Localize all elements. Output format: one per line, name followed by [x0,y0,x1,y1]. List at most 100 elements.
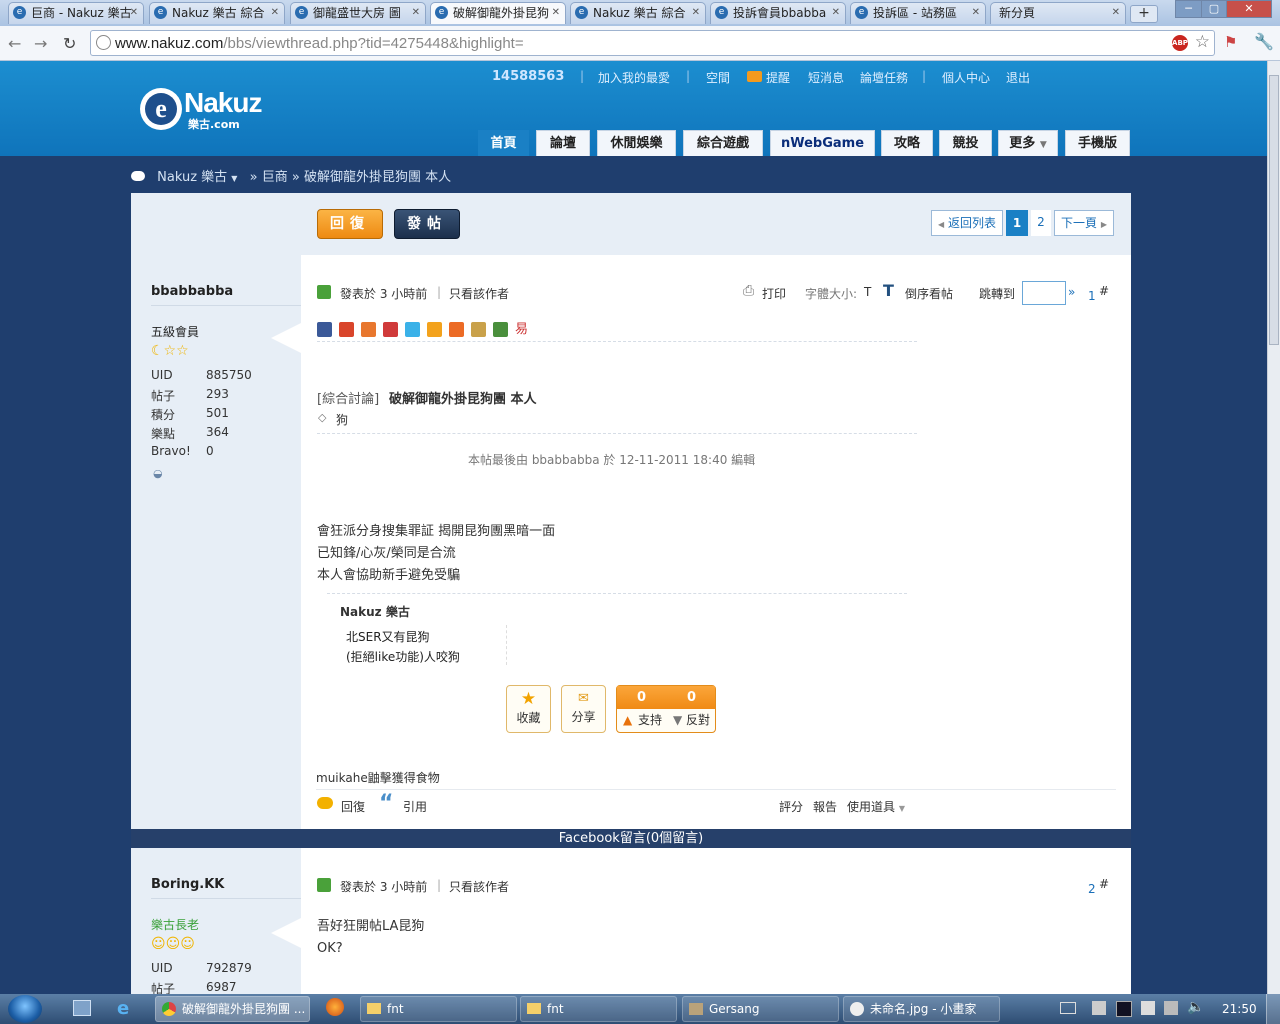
close-tab-icon[interactable]: ✕ [412,3,420,23]
breadcrumb-forum[interactable]: 巨商 [262,170,288,185]
firefox-icon[interactable] [326,998,344,1016]
browser-tab[interactable]: 新分頁 ✕ [990,2,1126,24]
browser-tab[interactable]: e Nakuz 樂古 綜合 ✕ [149,2,285,24]
page-2-button[interactable]: 2 [1031,210,1051,236]
user-id[interactable]: 14588563 [492,69,564,84]
new-tab-button[interactable]: + [1130,5,1158,23]
scrollbar-thumb[interactable] [1269,75,1279,345]
chevron-down-icon[interactable]: ▼ [231,174,237,183]
back-to-list-button[interactable]: ◀ 返回列表 [931,210,1003,236]
network-icon[interactable] [1164,1001,1178,1015]
show-desktop-icon[interactable] [73,1000,91,1016]
profile-link[interactable]: 個人中心 [942,69,990,86]
show-desktop-button[interactable] [1266,994,1280,1024]
page-1-button[interactable]: 1 [1006,210,1028,236]
site-logo[interactable]: e Nakuz 樂古.com [140,87,275,133]
nav-auction[interactable]: 競投 [939,130,992,156]
address-bar[interactable]: www.nakuz.com/bbs/viewthread.php?tid=427… [90,30,1215,56]
ie-icon[interactable]: e [117,998,129,1019]
forward-arrow-icon[interactable]: → [34,34,47,53]
browser-tab-active[interactable]: e 破解御龍外掛昆狗 ✕ [430,2,566,24]
logout-link[interactable]: 退出 [1006,69,1030,86]
close-tab-icon[interactable]: ✕ [552,3,560,23]
notify-link[interactable]: 提醒 [766,69,790,86]
action-center-icon[interactable] [1141,1001,1155,1015]
bookmark-star-icon[interactable]: ☆ [1195,32,1210,52]
nav-mobile[interactable]: 手機版 [1065,130,1130,156]
extension-icon[interactable]: ⚑ [1224,33,1237,51]
oppose-button[interactable]: 反對 [686,709,710,732]
close-tab-icon[interactable]: ✕ [130,3,138,23]
hemidemi-share-icon[interactable] [427,322,442,337]
tray-app-icon[interactable] [1116,1001,1132,1017]
taskbar-chrome[interactable]: 破解御龍外掛昆狗團 ... [155,996,310,1022]
share-button[interactable]: ✉ 分享 [561,685,606,733]
browser-tab[interactable]: e 投訴會員bbabba ✕ [710,2,846,24]
scrollbar[interactable] [1267,61,1280,994]
post1-floor[interactable]: 1 [1088,289,1096,303]
bookmark-share-icon[interactable] [361,322,376,337]
messages-link[interactable]: 短消息 [808,69,844,86]
yi-share-icon[interactable]: 易 [515,322,530,337]
space-link[interactable]: 空間 [706,69,730,86]
nav-webgame[interactable]: nWebGame [770,130,875,156]
close-tab-icon[interactable]: ✕ [832,3,840,23]
hd-share-icon[interactable] [471,322,486,337]
breadcrumb-site[interactable]: Nakuz 樂古 [157,170,227,185]
favorite-button[interactable]: ★ 收藏 [506,685,551,733]
browser-tab[interactable]: e Nakuz 樂古 綜合 ✕ [570,2,706,24]
maximize-window-button[interactable]: ▢ [1201,0,1227,18]
jump-go-button[interactable]: » [1068,285,1075,299]
adblock-icon[interactable]: ABP [1172,35,1188,51]
post2-author-name[interactable]: Boring.KK [151,877,224,892]
only-author-link[interactable]: 只看該作者 [449,878,509,895]
nav-home[interactable]: 首頁 [478,130,529,156]
nav-leisure[interactable]: 休閒娛樂 [597,130,676,156]
browser-tab[interactable]: e 巨商 - Nakuz 樂古 ✕ [8,2,144,24]
close-tab-icon[interactable]: ✕ [972,3,980,23]
google-share-icon[interactable] [493,322,508,337]
browser-tab[interactable]: e 投訴區 - 站務區 ✕ [850,2,986,24]
taskbar-folder-fnt-2[interactable]: fnt [520,996,677,1022]
only-author-link[interactable]: 只看該作者 [449,285,509,302]
reply-button[interactable]: 回復 [317,209,383,239]
myshare-icon[interactable] [449,322,464,337]
start-button[interactable] [8,995,42,1023]
thread-category[interactable]: [綜合討論] [317,388,379,407]
favorite-link[interactable]: 加入我的最愛 [598,69,670,86]
clock[interactable]: 21:50 [1222,1002,1257,1016]
wrench-menu-icon[interactable]: 🔧 [1254,32,1274,51]
taskbar-folder-fnt[interactable]: fnt [360,996,517,1022]
funp-share-icon[interactable] [383,322,398,337]
close-tab-icon[interactable]: ✕ [1112,3,1120,23]
taskbar-gersang[interactable]: Gersang [682,996,839,1022]
report-link[interactable]: 報告 [813,798,837,815]
jump-floor-input[interactable] [1022,281,1066,305]
minimize-window-button[interactable]: ─ [1175,0,1202,18]
tasks-link[interactable]: 論壇任務 [860,69,908,86]
keyboard-icon[interactable] [1060,1002,1076,1014]
nav-games[interactable]: 綜合遊戲 [683,130,763,156]
taskbar-paint[interactable]: 未命名.jpg - 小畫家 [843,996,1000,1022]
post1-author-name[interactable]: bbabbabba [151,284,233,299]
quote-link[interactable]: 引用 [403,798,427,815]
twitter-share-icon[interactable] [405,322,420,337]
browser-tab[interactable]: e 御龍盛世大房 圖 ✕ [290,2,426,24]
thread-tag[interactable]: 狗 [336,411,348,428]
volume-icon[interactable]: 🔈 [1187,999,1204,1015]
close-window-button[interactable]: ✕ [1226,0,1272,18]
nav-more[interactable]: 更多 ▼ [998,130,1058,156]
reverse-order-link[interactable]: 倒序看帖 [905,285,953,302]
nav-guides[interactable]: 攻略 [881,130,933,156]
back-arrow-icon[interactable]: ← [8,34,21,53]
close-tab-icon[interactable]: ✕ [692,3,700,23]
post-reply-link[interactable]: 回復 [341,798,365,815]
rate-link[interactable]: 評分 [779,798,803,815]
post2-floor[interactable]: 2 [1088,882,1096,896]
new-post-button[interactable]: 發帖 [394,209,460,239]
use-tools-link[interactable]: 使用道具 ▼ [847,798,905,815]
plurk-share-icon[interactable] [339,322,354,337]
reload-icon[interactable]: ↻ [63,34,76,53]
print-link[interactable]: 打印 [762,285,786,302]
nav-forum[interactable]: 論壇 [536,130,590,156]
